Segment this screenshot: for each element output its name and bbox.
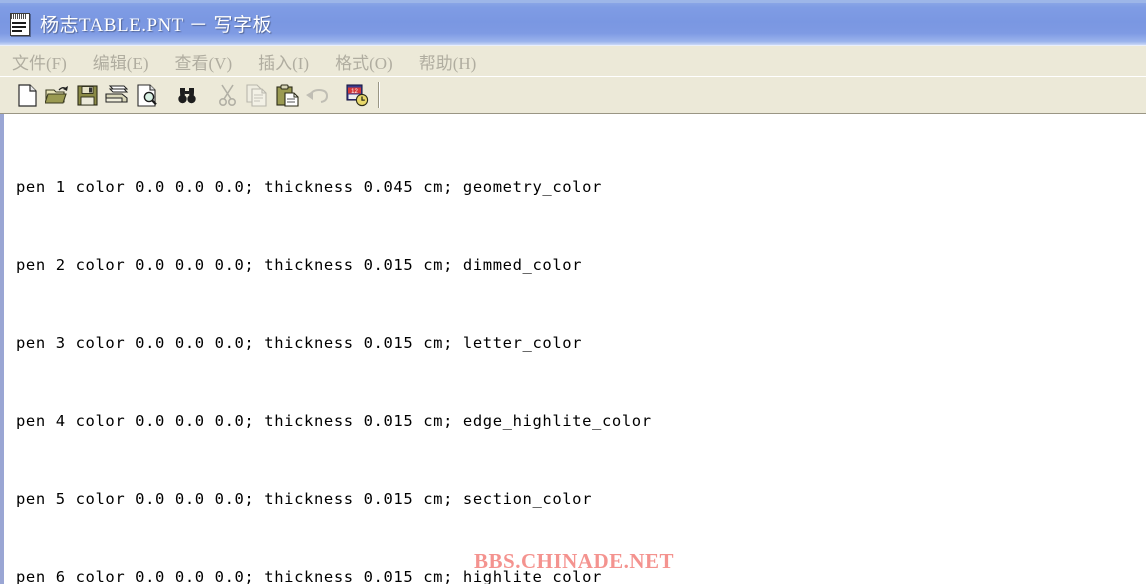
document-line: pen 1 color 0.0 0.0 0.0; thickness 0.045… — [16, 178, 602, 196]
document-line: pen 5 color 0.0 0.0 0.0; thickness 0.015… — [16, 490, 593, 508]
cut-scissors-icon[interactable] — [212, 80, 242, 110]
undo-arrow-icon[interactable] — [302, 80, 332, 110]
find-binoculars-icon[interactable] — [172, 80, 202, 110]
document-content[interactable]: pen 1 color 0.0 0.0 0.0; thickness 0.045… — [4, 114, 1146, 584]
menu-format[interactable]: 格式(O) — [335, 49, 393, 74]
print-preview-icon[interactable] — [132, 80, 162, 110]
document-line: pen 4 color 0.0 0.0 0.0; thickness 0.015… — [16, 412, 652, 430]
toolbar: 12 — [0, 76, 1146, 114]
menu-edit[interactable]: 编辑(E) — [93, 49, 149, 74]
window-title: 杨志TABLE.PNT － 写字板 — [40, 14, 272, 36]
document-line: pen 3 color 0.0 0.0 0.0; thickness 0.015… — [16, 334, 583, 352]
document-text-area[interactable]: pen 1 color 0.0 0.0 0.0; thickness 0.045… — [0, 114, 1146, 584]
toolbar-separator — [378, 82, 380, 108]
copy-icon[interactable] — [242, 80, 272, 110]
print-icon[interactable] — [102, 80, 132, 110]
title-bar[interactable]: 杨志TABLE.PNT － 写字板 — [0, 0, 1146, 46]
date-time-icon[interactable]: 12 — [342, 80, 372, 110]
menu-help[interactable]: 帮助(H) — [419, 49, 477, 74]
open-folder-icon[interactable] — [42, 80, 72, 110]
save-floppy-icon[interactable] — [72, 80, 102, 110]
menu-insert[interactable]: 插入(I) — [258, 49, 309, 74]
menu-file[interactable]: 文件(F) — [12, 49, 67, 74]
wordpad-document-icon — [8, 11, 32, 37]
svg-text:12: 12 — [351, 89, 358, 95]
paste-clipboard-icon[interactable] — [272, 80, 302, 110]
menu-bar: 文件(F) 编辑(E) 查看(V) 插入(I) 格式(O) 帮助(H) — [0, 46, 1146, 76]
new-document-icon[interactable] — [12, 80, 42, 110]
wordpad-window: 杨志TABLE.PNT － 写字板 文件(F) 编辑(E) 查看(V) 插入(I… — [0, 0, 1146, 584]
forum-watermark: BBS.CHINADE.NET — [474, 549, 675, 573]
menu-view[interactable]: 查看(V) — [175, 49, 233, 74]
document-line: pen 2 color 0.0 0.0 0.0; thickness 0.015… — [16, 256, 583, 274]
